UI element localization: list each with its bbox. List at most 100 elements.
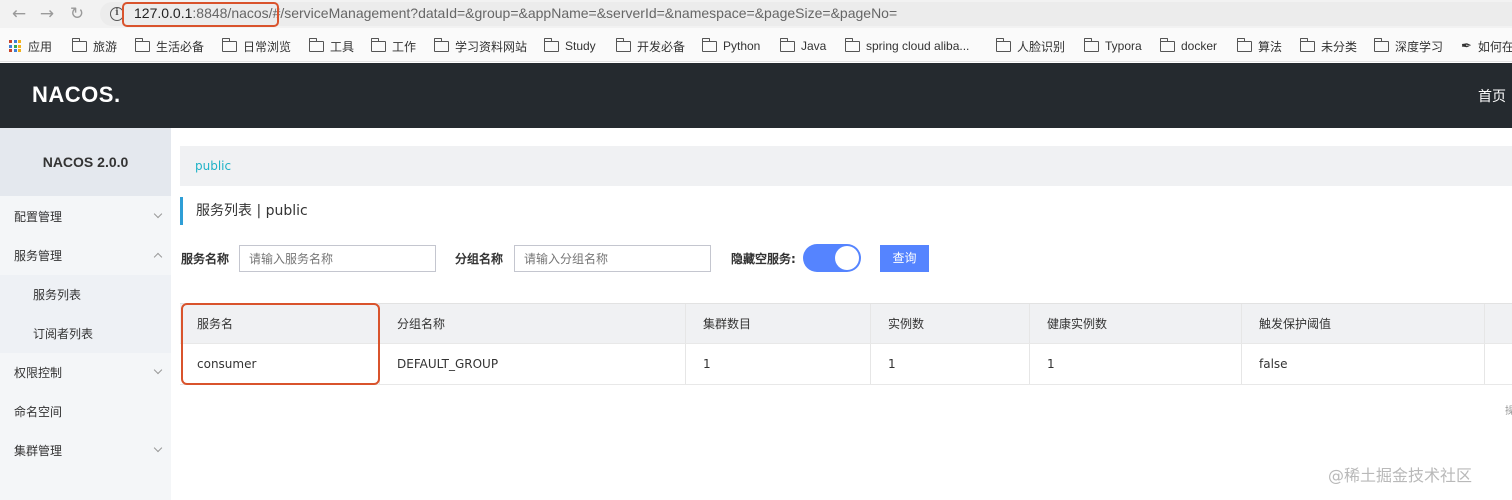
table-cell-instance-count: 1	[871, 344, 1030, 384]
folder-icon	[779, 37, 795, 52]
bookmark-folder[interactable]: Python	[701, 37, 761, 54]
bookmark-folder[interactable]: 未分类	[1299, 37, 1358, 54]
url-hash: #/serviceManagement?dataId=&group=&appNa…	[272, 5, 898, 21]
folder-icon	[71, 37, 87, 52]
bookmark-label: 工作	[392, 39, 417, 54]
namespace-public-link[interactable]: public	[195, 159, 231, 173]
sidebar-item-subscriber-list[interactable]: 订阅者列表	[0, 314, 171, 353]
bookmark-label: 学习资料网站	[455, 39, 528, 54]
table-header-cell: 实例数	[871, 304, 1030, 343]
folder-icon	[995, 37, 1011, 52]
bookmark-label: Study	[565, 39, 596, 53]
bookmark-folder[interactable]: 工作	[370, 37, 417, 54]
watermark: @稀土掘金技术社区	[1328, 466, 1473, 485]
bookmark-folder[interactable]: 生活必备	[134, 37, 205, 54]
bookmark-apps[interactable]: 应用	[9, 38, 52, 54]
bookmark-folder[interactable]: 旅游	[71, 37, 118, 54]
namespace-bar: public	[180, 146, 1512, 186]
bookmark-folder[interactable]: 工具	[308, 37, 355, 54]
bookmark-folder[interactable]: 开发必备	[615, 37, 686, 54]
bookmark-folder[interactable]: 算法	[1236, 37, 1283, 54]
hide-empty-services-label: 隐藏空服务:	[731, 252, 796, 266]
sidebar-item-label: 服务列表	[33, 288, 82, 302]
sidebar: NACOS 2.0.0 配置管理 服务管理 服务列表 订阅者列表 权限控制 命名…	[0, 128, 171, 500]
bookmark-label: Python	[723, 39, 761, 53]
bookmark-label: 未分类	[1321, 39, 1358, 54]
query-button[interactable]: 查询	[880, 245, 929, 272]
bookmark-label: 开发必备	[637, 39, 686, 54]
bookmark-label: 日常浏览	[243, 39, 292, 54]
chevron-down-icon	[153, 365, 163, 375]
folder-icon	[1083, 37, 1099, 52]
table-header-cell: 集群数目	[686, 304, 871, 343]
url-highlight-annotation	[122, 2, 279, 27]
forward-arrow-icon[interactable]: →	[36, 3, 58, 25]
sidebar-item-label: 命名空间	[14, 405, 63, 419]
folder-icon	[701, 37, 717, 52]
home-link[interactable]: 首页	[1478, 86, 1506, 106]
table-header-cell: 健康实例数	[1030, 304, 1242, 343]
folder-icon	[543, 37, 559, 52]
sidebar-item-access-control[interactable]: 权限控制	[0, 353, 171, 392]
feather-icon: ✒	[1461, 38, 1472, 53]
chevron-down-icon	[153, 443, 163, 453]
hide-empty-services-toggle[interactable]	[803, 244, 861, 272]
table-cell-healthy-instance-count: 1	[1030, 344, 1242, 384]
folder-icon	[1373, 37, 1389, 52]
table-cell-actions	[1485, 344, 1512, 384]
service-name-column-highlight-annotation	[181, 303, 380, 385]
folder-icon	[308, 37, 324, 52]
bookmark-label: docker	[1181, 39, 1218, 53]
sidebar-item-cluster-management[interactable]: 集群管理	[0, 431, 171, 470]
folder-icon	[1159, 37, 1175, 52]
folder-icon	[615, 37, 631, 52]
bookmark-folder[interactable]: Java	[779, 37, 827, 54]
bookmark-label: 生活必备	[156, 39, 205, 54]
sidebar-item-namespace[interactable]: 命名空间	[0, 392, 171, 431]
bookmark-label: Java	[801, 39, 827, 53]
folder-icon	[1236, 37, 1252, 52]
table-cell-protect-threshold: false	[1242, 344, 1485, 384]
folder-icon	[134, 37, 150, 52]
app-header: NACOS. 首页	[0, 63, 1512, 128]
bookmark-label: 人脸识别	[1017, 39, 1066, 54]
sidebar-item-service-list[interactable]: 服务列表	[0, 275, 171, 314]
bookmark-label: 工具	[330, 39, 355, 54]
nacos-logo[interactable]: NACOS.	[32, 82, 121, 108]
bookmark-folder[interactable]: 日常浏览	[221, 37, 292, 54]
toggle-knob	[835, 246, 859, 270]
bookmark-label: 算法	[1258, 39, 1283, 54]
bookmark-folder[interactable]: 学习资料网站	[433, 37, 528, 54]
pagination-edge-text: 操	[1505, 406, 1512, 417]
sidebar-item-label: 集群管理	[14, 444, 63, 458]
folder-icon	[844, 37, 860, 52]
bookmark-folder[interactable]: 人脸识别	[995, 37, 1066, 54]
table-header-cell: 触发保护阈值	[1242, 304, 1485, 343]
service-name-label: 服务名称	[181, 252, 230, 266]
group-name-input[interactable]	[514, 245, 711, 272]
bookmark-folder[interactable]: docker	[1159, 37, 1218, 54]
sidebar-item-service-management[interactable]: 服务管理	[0, 236, 171, 275]
folder-icon	[370, 37, 386, 52]
bookmark-label: 深度学习	[1395, 39, 1444, 54]
folder-icon	[221, 37, 237, 52]
bookmark-folder[interactable]: spring cloud aliba...	[844, 37, 970, 54]
bookmark-label: 应用	[28, 39, 53, 54]
sidebar-item-config-management[interactable]: 配置管理	[0, 197, 171, 236]
bookmark-label: 旅游	[93, 39, 118, 54]
service-name-input[interactable]	[239, 245, 436, 272]
folder-icon	[1299, 37, 1315, 52]
bookmark-folder[interactable]: Typora	[1083, 37, 1142, 54]
table-header-cell	[1485, 304, 1512, 343]
back-arrow-icon[interactable]: ←	[8, 3, 30, 25]
bookmark-link[interactable]: ✒ 如何在	[1461, 38, 1512, 54]
reload-icon[interactable]: ↻	[66, 3, 88, 25]
bookmark-folder[interactable]: 深度学习	[1373, 37, 1444, 54]
bookmark-folder[interactable]: Study	[543, 37, 596, 54]
table-header-cell: 分组名称	[380, 304, 686, 343]
bookmark-label: spring cloud aliba...	[866, 39, 970, 53]
sidebar-item-label: 配置管理	[14, 210, 63, 224]
page-title: 服务列表 | public	[180, 197, 308, 225]
bookmarks-bar: 应用 旅游 生活必备 日常浏览 工具 工作 学习资料网站 Study 开发必备 …	[0, 28, 1512, 62]
bookmark-label: Typora	[1105, 39, 1142, 53]
